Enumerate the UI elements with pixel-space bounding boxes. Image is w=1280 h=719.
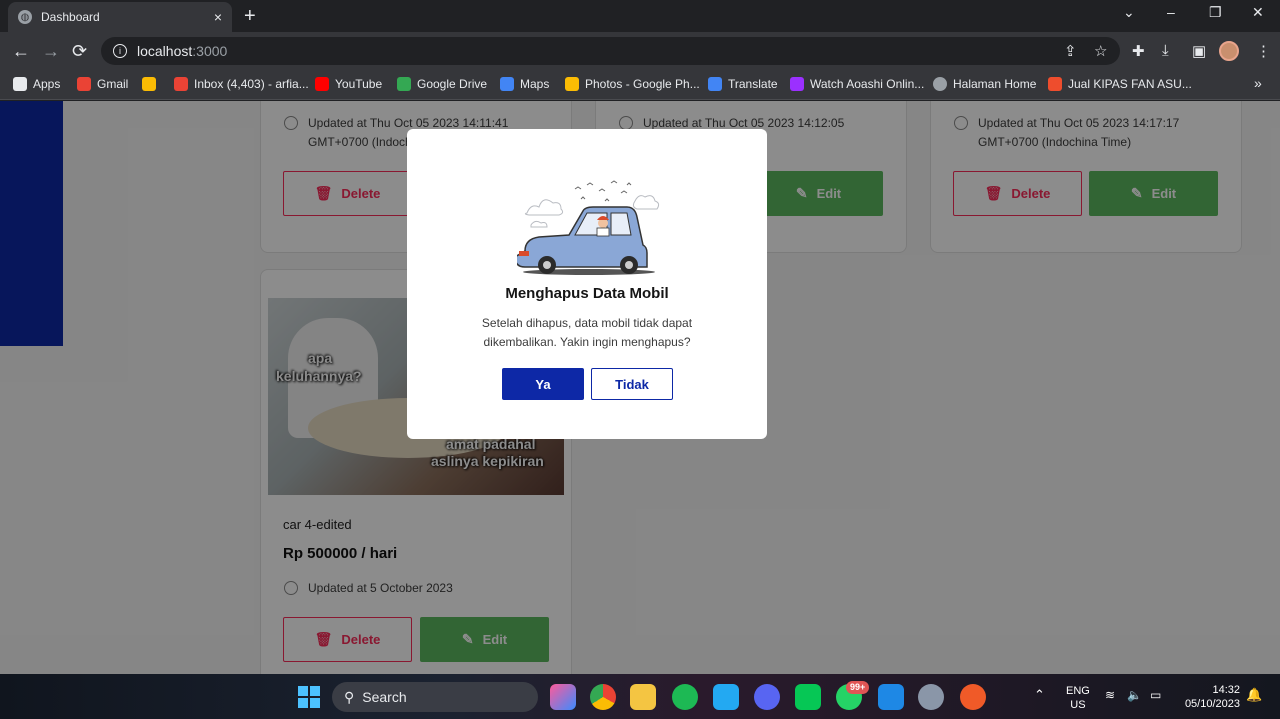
translate-icon (708, 77, 722, 91)
bookmark-aoashi[interactable]: Watch Aoashi Onlin... (790, 77, 924, 91)
bookmark-kipas-fan[interactable]: Jual KIPAS FAN ASU... (1048, 77, 1192, 91)
cancel-no-button[interactable]: Tidak (591, 368, 673, 400)
settings-icon[interactable] (918, 684, 944, 710)
language-indicator[interactable]: ENG US (1066, 684, 1090, 712)
site-info-icon[interactable]: i (113, 44, 127, 58)
bookmark-star-icon[interactable]: ☆ (1094, 42, 1107, 60)
tab-close-icon[interactable]: × (214, 9, 222, 25)
browser-toolbar: ← → ⟳ i localhost:3000 ⇪ ☆ ✚ ⤓ ▣ ⋮ (0, 32, 1280, 70)
chrome-icon[interactable] (590, 684, 616, 710)
play-icon (790, 77, 804, 91)
reload-icon[interactable]: ⟳ (72, 41, 87, 62)
modal-message: Setelah dihapus, data mobil tidak dapat … (481, 316, 693, 349)
photos-icon (565, 77, 579, 91)
dashboard-page: Updated at Thu Oct 05 2023 14:11:41 GMT+0… (0, 101, 1280, 674)
volume-icon[interactable]: 🔈 (1127, 688, 1142, 702)
maps-icon (500, 77, 514, 91)
restore-icon[interactable]: ❐ (1209, 4, 1222, 21)
bookmark-photos-shortcut[interactable] (142, 77, 162, 91)
menu-icon[interactable]: ⋮ (1256, 42, 1271, 60)
car-illustration (517, 180, 660, 275)
clock[interactable]: 14:32 05/10/2023 (1180, 683, 1240, 711)
forward-icon[interactable]: → (42, 41, 60, 62)
apps-icon (13, 77, 27, 91)
side-panel-icon[interactable]: ▣ (1192, 42, 1206, 60)
whatsapp-unread-badge: 99+ (846, 681, 870, 694)
bookmark-translate[interactable]: Translate (708, 77, 778, 91)
tab-search-icon[interactable]: ⌄ (1123, 4, 1135, 21)
photos-icon (142, 77, 156, 91)
bookmark-youtube[interactable]: YouTube (315, 77, 382, 91)
tab-dashboard[interactable]: ◍ Dashboard × (8, 2, 232, 32)
wifi-icon[interactable]: ≋ (1105, 688, 1115, 702)
url-port: :3000 (192, 43, 228, 59)
tray-overflow-icon[interactable]: ⌃ (1034, 688, 1045, 702)
bookmarks-bar: Apps Gmail Inbox (4,403) - arfia... YouT… (0, 70, 1280, 100)
confirm-yes-button[interactable]: Ya (502, 368, 584, 400)
modal-title: Menghapus Data Mobil (505, 285, 669, 302)
bookmark-halaman-home[interactable]: Halaman Home (933, 77, 1036, 91)
bookmark-inbox[interactable]: Inbox (4,403) - arfia... (174, 77, 309, 91)
address-bar[interactable]: i localhost:3000 (101, 37, 1120, 65)
line-icon[interactable] (795, 684, 821, 710)
delete-confirmation-modal: Menghapus Data Mobil Setelah dihapus, da… (407, 129, 767, 439)
postman-icon[interactable] (960, 684, 986, 710)
windows-start-icon[interactable] (296, 684, 322, 710)
share-icon[interactable]: ⇪ (1064, 42, 1077, 60)
notification-bell-icon[interactable]: 🔔 (1246, 688, 1262, 702)
discord-icon[interactable] (754, 684, 780, 710)
tab-strip: ◍ Dashboard × + ⌄ – ❐ ✕ (0, 0, 1280, 32)
profile-avatar[interactable] (1219, 41, 1239, 61)
extensions-icon[interactable]: ✚ (1132, 42, 1145, 60)
download-icon[interactable]: ⤓ (1162, 42, 1169, 59)
spotify-icon[interactable] (672, 684, 698, 710)
remote-desktop-icon[interactable] (878, 684, 904, 710)
vscode-icon[interactable] (713, 684, 739, 710)
bookmark-photos[interactable]: Photos - Google Ph... (565, 77, 700, 91)
taskbar-search[interactable]: ⚲ Search (332, 682, 538, 712)
bookmark-gmail[interactable]: Gmail (77, 77, 128, 91)
globe-icon: ◍ (18, 10, 32, 24)
back-icon[interactable]: ← (12, 41, 30, 62)
search-icon: ⚲ (344, 688, 355, 705)
bookmark-google-drive[interactable]: Google Drive (397, 77, 487, 91)
minimize-icon[interactable]: – (1167, 4, 1175, 20)
gmail-icon (174, 77, 188, 91)
new-tab-button[interactable]: + (244, 5, 256, 28)
battery-icon[interactable]: ▭ (1150, 688, 1161, 702)
url-host: localhost (137, 43, 193, 59)
bookmark-maps[interactable]: Maps (500, 77, 549, 91)
shopee-icon (1048, 77, 1062, 91)
bookmark-apps[interactable]: Apps (13, 77, 60, 91)
globe-icon (933, 77, 947, 91)
close-window-icon[interactable]: ✕ (1252, 4, 1264, 21)
gmail-icon (77, 77, 91, 91)
file-explorer-icon[interactable] (630, 684, 656, 710)
tab-title: Dashboard (41, 10, 100, 24)
copilot-icon[interactable] (550, 684, 576, 710)
windows-taskbar: ⚲ Search ⌃ ENG US ≋ 🔈 ▭ 14:32 05/10/2023 🔔 (0, 674, 1280, 719)
youtube-icon (315, 77, 329, 91)
bookmarks-overflow-icon[interactable]: » (1254, 75, 1262, 91)
drive-icon (397, 77, 411, 91)
